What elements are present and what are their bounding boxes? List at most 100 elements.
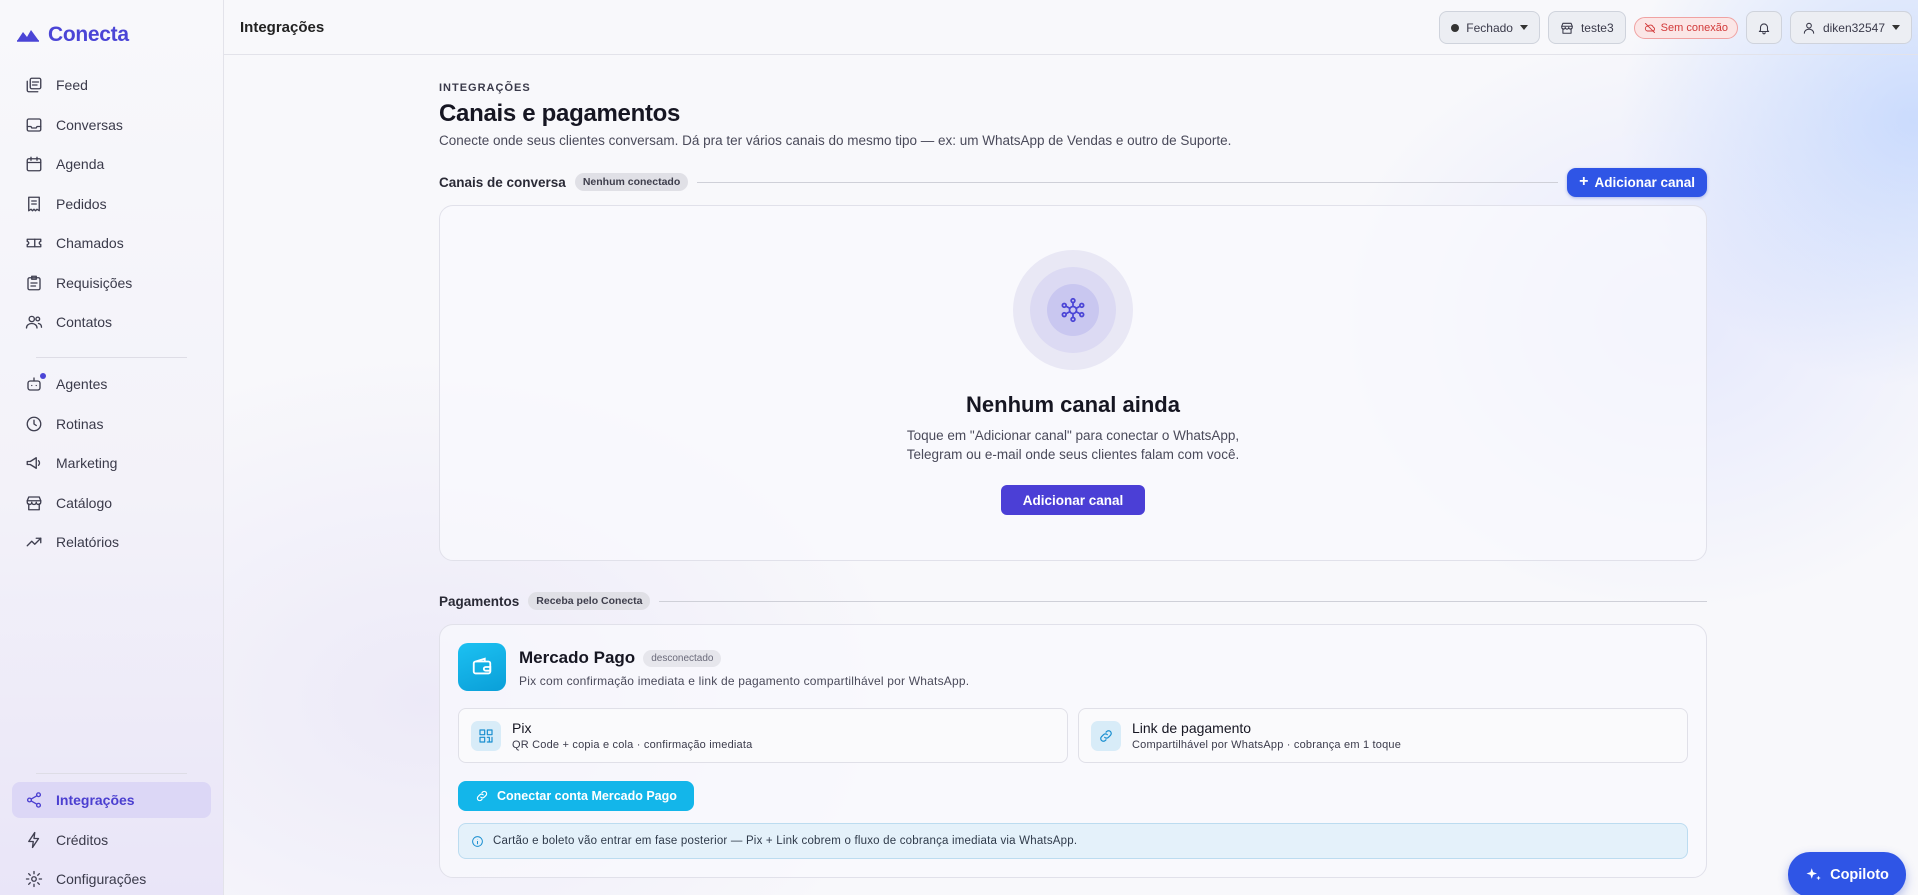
sidebar-nav-bottom: Integrações Créditos Configurações [12,782,211,895]
sidebar-nav-primary: Feed Conversas Agenda Pedidos Chamados R… [12,67,211,344]
channels-section-header: Canais de conversa Nenhum conectado + Ad… [439,167,1707,197]
sidebar-item-label: Agenda [56,156,105,172]
brand[interactable]: Conecta [0,0,223,52]
store-name: teste3 [1580,20,1614,35]
brand-name: Conecta [48,23,129,46]
page-eyebrow: INTEGRAÇÕES [439,82,531,94]
empty-state-line: Telegram ou e-mail onde seus clientes fa… [906,447,1240,462]
section-divider [697,181,1559,183]
option-title: Pix [512,720,532,736]
channels-section-title: Canais de conversa [439,174,566,190]
trend-icon [26,537,42,547]
copilot-label: Copiloto [1830,866,1889,883]
payment-options: Pix QR Code + copia e cola · confirmação… [458,708,1688,763]
bell-icon [1758,22,1770,34]
provider-description: Pix com confirmação imediata e link de p… [519,674,970,688]
sidebar-item-configuracoes[interactable]: Configurações [12,861,211,895]
topbar: Integrações Fechado teste3 Sem conexão d… [224,0,1918,55]
wallet-icon [458,643,506,691]
sidebar-item-label: Catálogo [56,494,113,511]
qr-icon [471,720,501,751]
sidebar-item-marketing[interactable]: Marketing [12,445,211,481]
sidebar-item-contatos[interactable]: Contatos [12,304,211,340]
sidebar-item-feed[interactable]: Feed [12,67,211,103]
empty-icon-ring [1047,284,1099,336]
store-status-label: Fechado [1466,20,1513,35]
sidebar-item-label: Conversas [56,116,123,133]
gear-icon [25,870,43,888]
sidebar-item-label: Pedidos [56,195,107,212]
sidebar-item-label: Agentes [56,376,108,392]
user-name: diken32547 [1822,20,1885,35]
connect-mercado-pago-button[interactable]: Conectar conta Mercado Pago [458,781,694,811]
page-description: Conecte onde seus clientes conversam. Dá… [439,133,1232,148]
share-icon [26,792,42,808]
top-actions: Fechado teste3 Sem conexão diken32547 [1439,11,1912,44]
payments-section-title: Pagamentos [439,593,520,609]
connection-status-label: Sem conexão [1660,21,1728,34]
calendar-icon [26,156,42,172]
sidebar-item-label: Créditos [56,831,109,848]
sidebar-nav-secondary: Agentes Rotinas Marketing Catálogo Relat… [12,366,211,564]
provider-header: Mercado Pago desconectado Pix com confir… [458,643,1688,691]
sidebar-item-rotinas[interactable]: Rotinas [12,406,211,442]
clipboard-icon [27,275,41,290]
option-payment-link[interactable]: Link de pagamento Compartilhável por Wha… [1078,708,1688,763]
channels-status-badge: Nenhum conectado [574,173,689,191]
sparkles-icon [1806,867,1821,880]
sidebar: Conecta Feed Conversas Agenda Pedidos Ch… [0,0,224,895]
chevron-down-icon [1892,25,1900,30]
sidebar-item-integracoes[interactable]: Integrações [12,782,211,818]
info-text: Cartão e boleto vão entrar em fase poste… [493,835,1078,847]
ticket-icon [26,238,42,248]
connect-button-label: Conectar conta Mercado Pago [497,789,677,803]
section-divider [659,600,1707,602]
user-icon [1803,22,1815,34]
empty-add-channel-button[interactable]: Adicionar canal [1001,485,1145,515]
sidebar-item-agentes[interactable]: Agentes [12,366,211,402]
add-channel-label: Adicionar canal [1594,174,1695,190]
sidebar-item-label: Relatórios [56,534,120,550]
megaphone-icon [26,457,41,469]
option-pix[interactable]: Pix QR Code + copia e cola · confirmação… [458,708,1068,763]
empty-state-line: Toque em "Adicionar canal" para conectar… [906,428,1240,443]
sidebar-item-catalogo[interactable]: Catálogo [12,485,211,521]
status-dot-icon [1451,23,1460,32]
sidebar-item-relatorios[interactable]: Relatórios [12,524,211,560]
option-description: QR Code + copia e cola · confirmação ime… [512,739,753,751]
sidebar-item-creditos[interactable]: Créditos [12,822,211,858]
store-selector[interactable]: teste3 [1547,11,1626,44]
add-channel-button[interactable]: + Adicionar canal [1567,167,1707,197]
empty-state-title: Nenhum canal ainda [966,392,1180,417]
copilot-button[interactable]: Copiloto [1788,852,1906,895]
sidebar-item-agenda[interactable]: Agenda [12,146,211,182]
channels-empty-state: Nenhum canal ainda Toque em "Adicionar c… [439,205,1707,561]
page-title: Canais e pagamentos [439,100,681,127]
clock-icon [26,416,42,431]
sidebar-item-label: Feed [56,77,88,93]
option-title: Link de pagamento [1132,720,1252,736]
page-header-title: Integrações [240,18,325,36]
network-hub-icon [1061,297,1085,323]
sidebar-item-label: Configurações [56,871,147,887]
users-icon [25,315,43,329]
store-status-dropdown[interactable]: Fechado [1439,11,1540,44]
main-area: Integrações Fechado teste3 Sem conexão d… [224,0,1918,895]
payments-section-header: Pagamentos Receba pelo Conecta [439,586,1707,616]
sidebar-item-label: Marketing [56,455,118,471]
user-menu[interactable]: diken32547 [1789,11,1912,44]
sidebar-item-chamados[interactable]: Chamados [12,225,211,261]
bolt-icon [28,831,40,848]
content: INTEGRAÇÕES Canais e pagamentos Conecte … [439,55,1707,878]
notifications-button[interactable] [1745,11,1782,44]
sidebar-item-conversas[interactable]: Conversas [12,107,211,143]
empty-icon-ring [1013,250,1133,370]
sidebar-item-requisicoes[interactable]: Requisições [12,265,211,301]
store-icon [26,495,42,510]
connection-status-badge[interactable]: Sem conexão [1633,16,1738,39]
provider-status-badge: desconectado [643,649,722,667]
sidebar-divider [36,357,187,358]
provider-name: Mercado Pago [519,648,636,667]
sidebar-item-pedidos[interactable]: Pedidos [12,186,211,222]
plus-icon: + [1579,173,1589,190]
